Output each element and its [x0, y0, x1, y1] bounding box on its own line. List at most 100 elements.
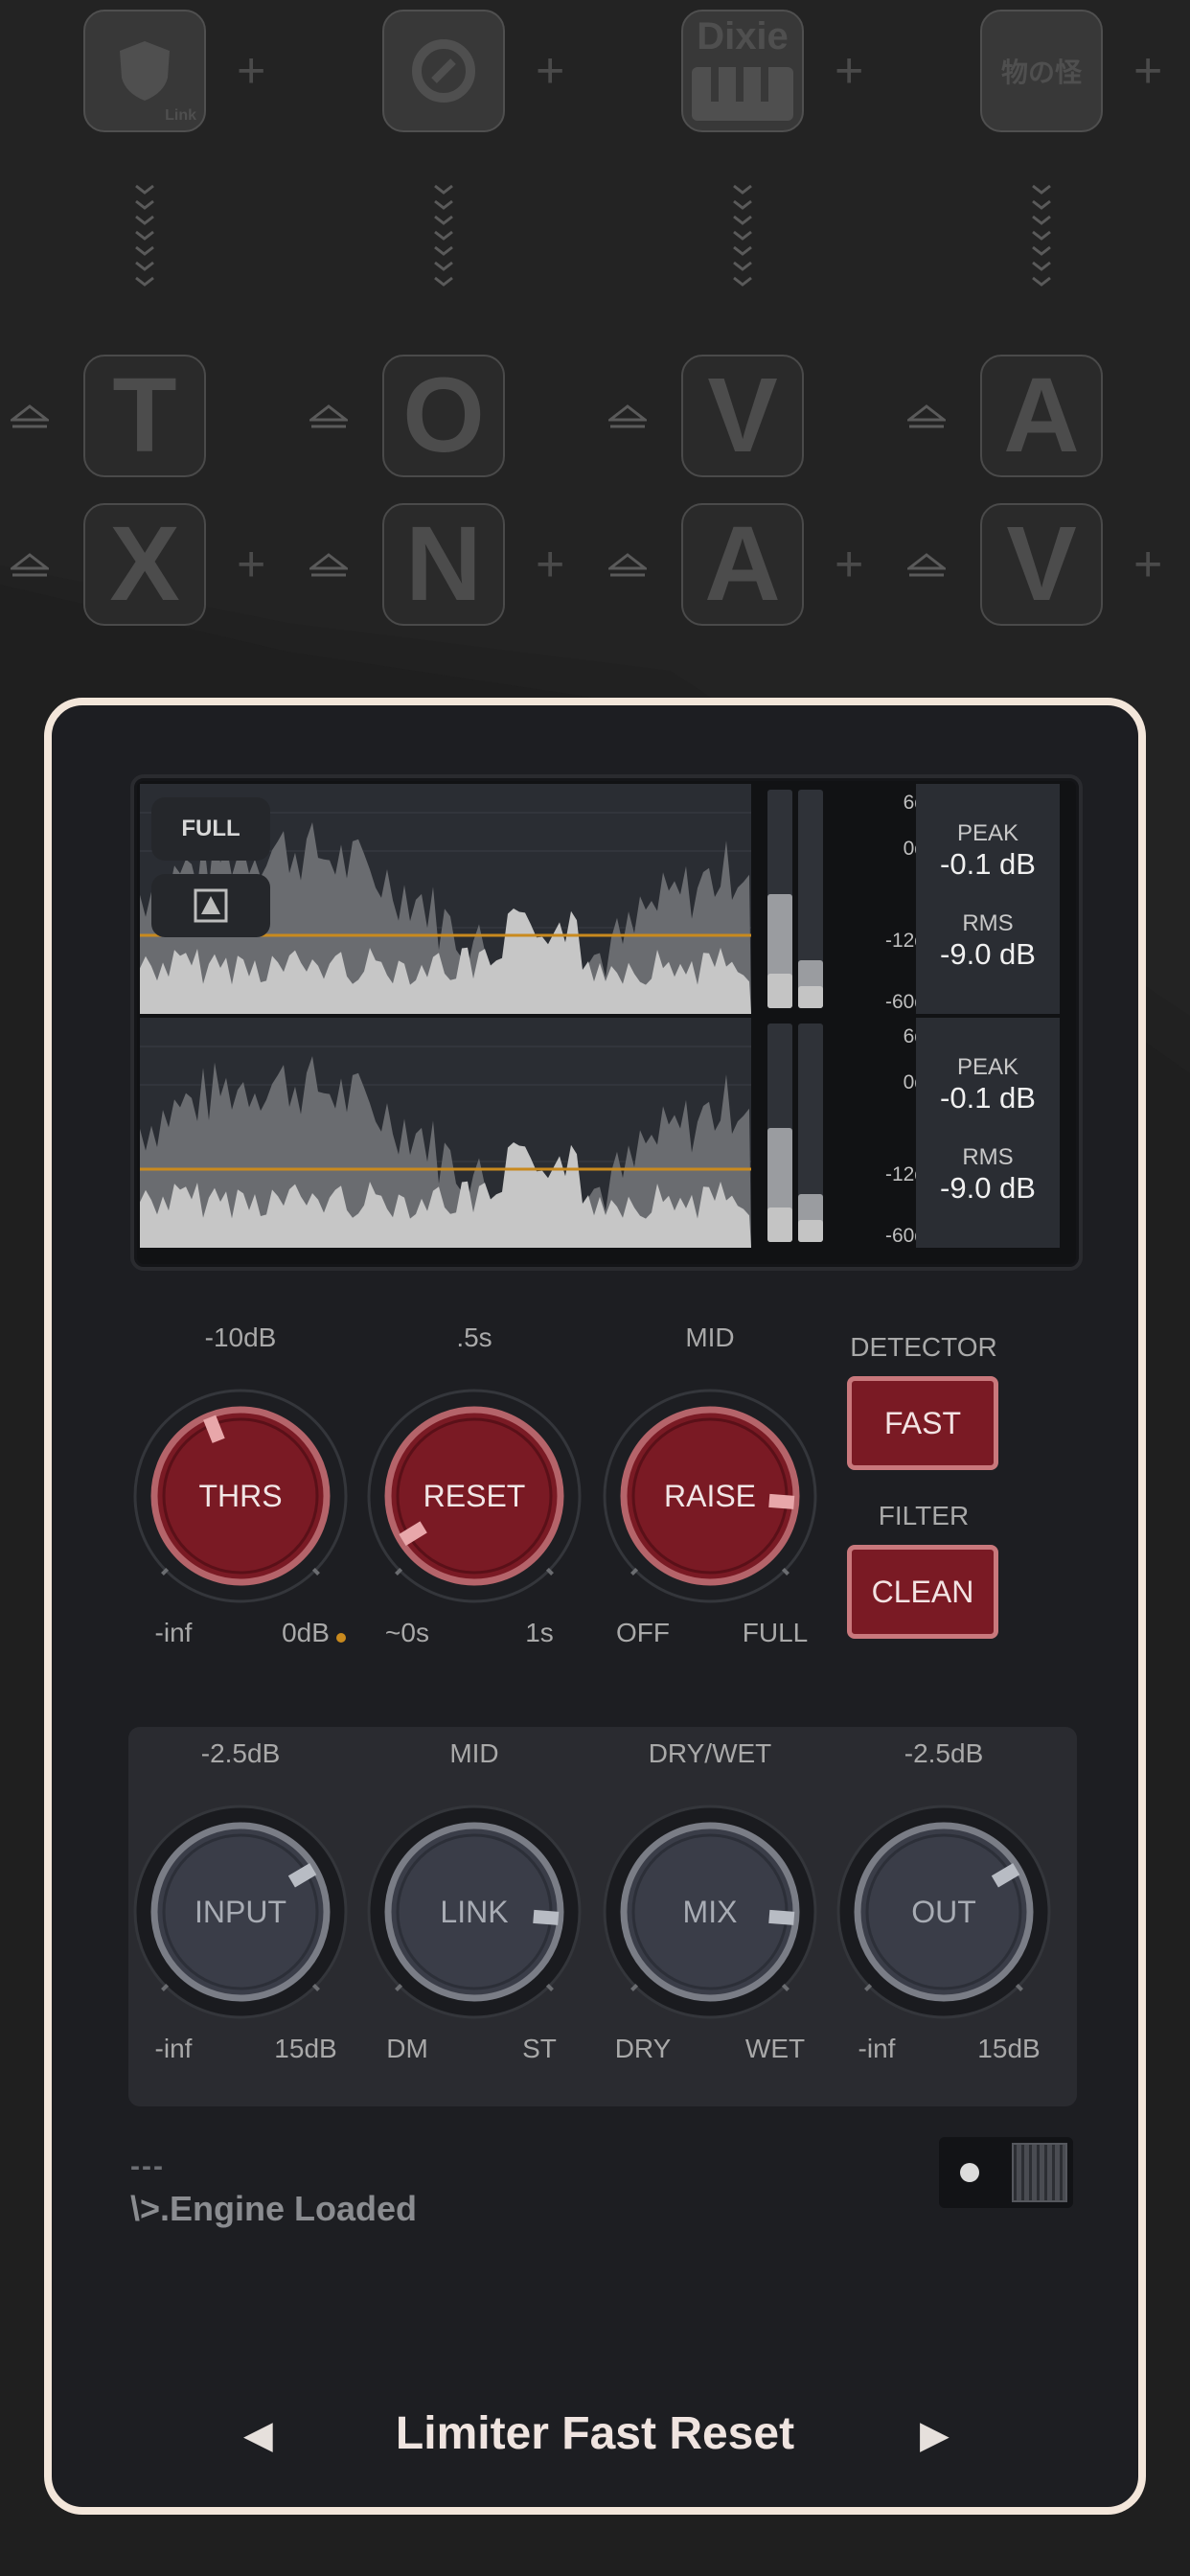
ch2-readout: PEAK -0.1 dB RMS -9.0 dB: [916, 1018, 1060, 1248]
peak-value: -0.1 dB: [940, 1081, 1036, 1115]
knob-min-label: -inf: [858, 2034, 896, 2063]
dixie-logo-icon[interactable]: Dixie: [681, 10, 804, 132]
add-plugin-button[interactable]: +: [237, 540, 265, 589]
synth-logo-icon[interactable]: [382, 10, 505, 132]
plugin-slot-v[interactable]: V: [980, 503, 1103, 626]
add-plugin-button[interactable]: +: [1133, 540, 1162, 589]
reset-knob[interactable]: RESET: [366, 1388, 583, 1604]
knob-value-label: MID: [685, 1322, 735, 1352]
raise-knob[interactable]: RAISE: [602, 1388, 818, 1604]
knob-value-label: -10dB: [204, 1322, 277, 1352]
thrs-knob[interactable]: THRS: [132, 1388, 349, 1604]
out-knob[interactable]: OUT: [835, 1804, 1052, 2020]
next-preset-button[interactable]: ▶: [920, 2413, 950, 2457]
ch1-meter-right: [798, 790, 823, 1008]
plugin-glyph: T: [112, 356, 177, 474]
eject-icon[interactable]: [309, 553, 348, 578]
ch2-meter-right: [798, 1024, 823, 1242]
triangle-up-icon: [194, 888, 228, 923]
knob-name: OUT: [911, 1894, 976, 1929]
eject-icon[interactable]: [309, 404, 348, 429]
rms-label: RMS: [962, 910, 1014, 936]
knob-name: RAISE: [663, 1478, 757, 1513]
status-separator: ---: [130, 2150, 165, 2182]
piano-keys-icon: [692, 67, 793, 121]
knob-min-label: -inf: [154, 1618, 193, 1647]
full-button[interactable]: FULL: [151, 797, 270, 861]
eject-icon[interactable]: [608, 404, 647, 429]
rms-value: -9.0 dB: [940, 1171, 1036, 1205]
plugin-glyph: A: [1003, 356, 1080, 474]
link-knob[interactable]: LINK: [366, 1804, 583, 2020]
add-plugin-button[interactable]: +: [1133, 46, 1162, 96]
plugin-slot-a[interactable]: A: [980, 355, 1103, 477]
plugin-glyph: A: [704, 505, 781, 623]
plugin-slot-v[interactable]: V: [681, 355, 804, 477]
tile-label: Dixie: [697, 15, 789, 58]
plugin-slot-x[interactable]: X: [83, 503, 206, 626]
knob-value-label: DRY/WET: [648, 1738, 772, 1768]
threshold-indicator-dot: [336, 1633, 346, 1643]
knob-max-label: 1s: [525, 1618, 554, 1647]
detector-fast-button[interactable]: FAST: [847, 1376, 998, 1470]
freeze-button[interactable]: [151, 874, 270, 937]
knob-value-label: -2.5dB: [200, 1738, 281, 1768]
knob-name: LINK: [440, 1894, 509, 1929]
add-plugin-button[interactable]: +: [835, 540, 863, 589]
ch1-meter-left: [767, 790, 792, 1008]
tile-label: Link: [165, 107, 196, 124]
preset-name[interactable]: Limiter Fast Reset: [52, 2407, 1138, 2460]
mix-knob[interactable]: MIX: [602, 1804, 818, 2020]
peak-value: -0.1 dB: [940, 847, 1036, 881]
knob-max-label: 15dB: [977, 2034, 1041, 2063]
shield-logo-icon[interactable]: Link: [83, 10, 206, 132]
chevron-down-icon: [434, 184, 453, 287]
eject-icon[interactable]: [11, 404, 49, 429]
chevron-down-icon: [1032, 184, 1051, 287]
knob-name: INPUT: [195, 1894, 286, 1929]
plugin-glyph: N: [405, 505, 482, 623]
peak-label: PEAK: [956, 820, 1019, 846]
plugin-glyph: V: [707, 356, 778, 474]
knob-value-label: .5s: [456, 1322, 492, 1352]
rms-label: RMS: [962, 1144, 1014, 1170]
status-message: \>.Engine Loaded: [130, 2189, 418, 2228]
plugin-glyph: X: [109, 505, 180, 623]
chevron-down-icon: [733, 184, 752, 287]
plugin-slot-a[interactable]: A: [681, 503, 804, 626]
filter-clean-button[interactable]: CLEAN: [847, 1545, 998, 1639]
knob-min-label: -inf: [154, 2034, 193, 2063]
knob-value-label: MID: [449, 1738, 499, 1768]
add-plugin-button[interactable]: +: [237, 46, 265, 96]
plugin-slot-o[interactable]: O: [382, 355, 505, 477]
eject-icon[interactable]: [608, 553, 647, 578]
shield-icon: [120, 41, 170, 101]
plugin-panel: 6dB 0dB -12dB -60dB 6dB 0dB -12dB -60dB …: [44, 698, 1146, 2515]
knob-min-label: OFF: [616, 1618, 670, 1647]
plugin-glyph: O: [402, 356, 485, 474]
knob-min-label: DRY: [614, 2034, 672, 2063]
add-plugin-button[interactable]: +: [536, 46, 564, 96]
toggle-dot: [960, 2163, 979, 2182]
add-plugin-button[interactable]: +: [835, 46, 863, 96]
view-toggle[interactable]: [939, 2137, 1073, 2208]
knob-max-label: FULL: [742, 1618, 809, 1647]
eject-icon[interactable]: [907, 404, 946, 429]
knob-max-label: WET: [744, 2034, 806, 2063]
peak-label: PEAK: [956, 1054, 1019, 1080]
add-plugin-button[interactable]: +: [536, 540, 564, 589]
waveform-display: 6dB 0dB -12dB -60dB 6dB 0dB -12dB -60dB …: [130, 774, 1083, 1271]
toggle-grip: [1012, 2143, 1067, 2202]
plugin-slot-n[interactable]: N: [382, 503, 505, 626]
eject-icon[interactable]: [11, 553, 49, 578]
knob-value-label: -2.5dB: [904, 1738, 984, 1768]
input-knob[interactable]: INPUT: [132, 1804, 349, 2020]
knob-name: MIX: [682, 1894, 738, 1929]
eject-icon[interactable]: [907, 553, 946, 578]
knob-min-label: DM: [386, 2034, 428, 2063]
filter-label: FILTER: [878, 1501, 970, 1530]
rms-value: -9.0 dB: [940, 937, 1036, 971]
mononoke-logo-icon[interactable]: 物の怪: [980, 10, 1103, 132]
plugin-slot-t[interactable]: T: [83, 355, 206, 477]
ch2-meter-left: [767, 1024, 792, 1242]
